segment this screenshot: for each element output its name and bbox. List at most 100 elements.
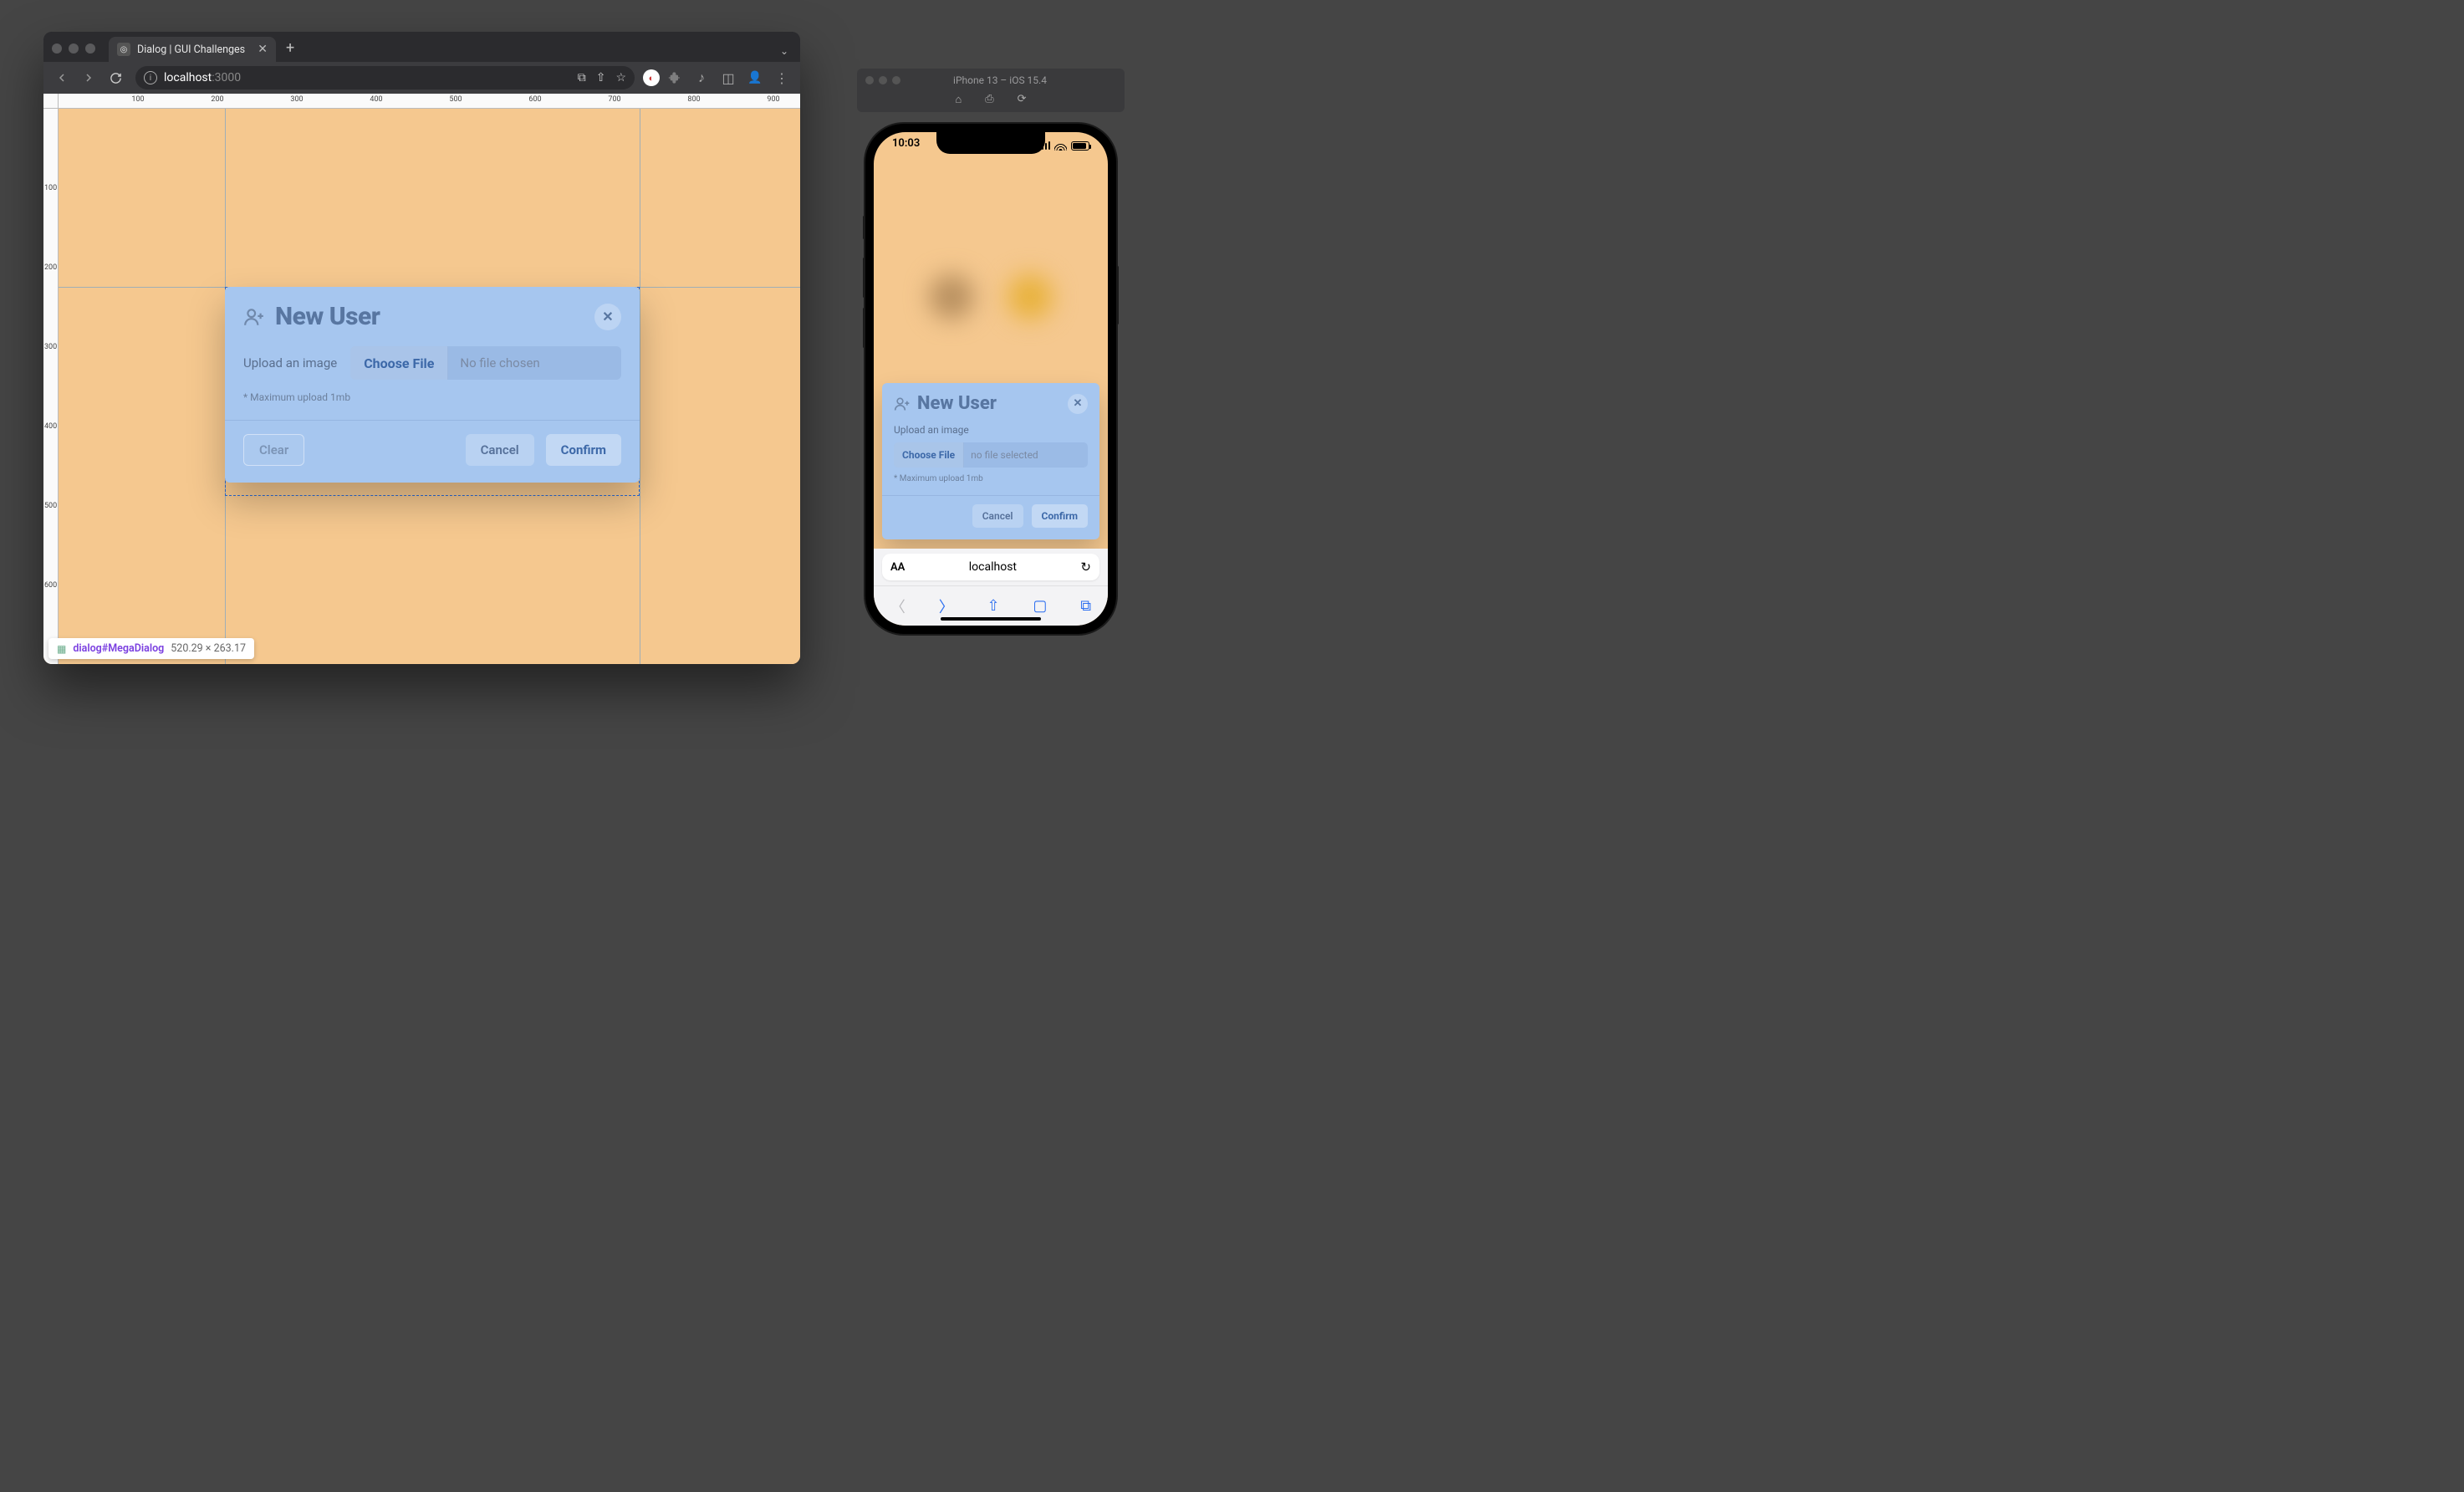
browser-titlebar: ◎ Dialog | GUI Challenges ✕ + ⌄ xyxy=(43,32,800,62)
share-icon[interactable]: ⇧ xyxy=(596,71,606,84)
new-tab-button[interactable]: + xyxy=(276,39,304,62)
file-input[interactable]: Choose File No file chosen xyxy=(350,346,621,380)
ruler-mark: 700 xyxy=(608,95,620,104)
confirm-button[interactable]: Confirm xyxy=(1032,504,1088,528)
minimize-window-icon[interactable] xyxy=(69,43,79,54)
back-button[interactable] xyxy=(50,66,74,89)
confirm-button[interactable]: Confirm xyxy=(546,434,621,466)
clock: 10:03 xyxy=(892,137,920,154)
horizontal-ruler: 100 200 300 400 500 600 700 800 900 xyxy=(59,94,800,109)
page-canvas[interactable]: New User ✕ Upload an image Choose File N… xyxy=(59,109,800,664)
ruler-mark: 300 xyxy=(44,343,57,351)
rotate-icon[interactable]: ⟳ xyxy=(1018,93,1027,105)
simulator-titlebar: iPhone 13 – iOS 15.4 xyxy=(857,69,1125,92)
reload-button[interactable] xyxy=(104,66,127,89)
ruler-mark: 500 xyxy=(449,95,462,104)
upload-row: Upload an image Choose File No file chos… xyxy=(243,346,621,380)
window-controls[interactable] xyxy=(52,43,95,54)
ruler-mark: 500 xyxy=(44,502,57,510)
bookmarks-icon[interactable]: ▢ xyxy=(1033,597,1047,615)
browser-menu-icon[interactable]: ⋮ xyxy=(770,66,793,89)
favicon-icon: ◎ xyxy=(117,43,130,56)
ruler-mark: 200 xyxy=(211,95,223,104)
upload-hint: * Maximum upload 1mb xyxy=(894,474,1088,483)
dialog-title: New User xyxy=(917,393,997,414)
upload-hint: * Maximum upload 1mb xyxy=(243,391,621,403)
cellular-icon xyxy=(1038,141,1051,150)
ruler-mark: 600 xyxy=(44,581,57,590)
chrome-browser-window: ◎ Dialog | GUI Challenges ✕ + ⌄ i localh… xyxy=(43,32,800,664)
grid-icon: ▦ xyxy=(57,643,66,655)
forward-icon[interactable]: 〉 xyxy=(939,595,954,617)
background-blurred-content xyxy=(874,274,1108,319)
clear-button[interactable]: Clear xyxy=(243,434,304,466)
inspect-dimensions: 520.29 × 263.17 xyxy=(171,642,246,655)
file-input[interactable]: Choose File no file selected xyxy=(894,442,1088,468)
ruler-mark: 100 xyxy=(131,95,144,104)
iphone-screen[interactable]: 10:03 New User ✕ xyxy=(874,132,1108,626)
cancel-button[interactable]: Cancel xyxy=(466,434,534,466)
close-icon[interactable]: ✕ xyxy=(1068,394,1088,414)
open-external-icon[interactable]: ⧉ xyxy=(578,71,586,84)
choose-file-button[interactable]: Choose File xyxy=(350,346,448,380)
dialog-title: New User xyxy=(275,302,380,331)
status-bar: 10:03 xyxy=(874,137,1108,154)
wifi-icon xyxy=(1054,141,1067,151)
back-icon[interactable]: 〈 xyxy=(890,595,906,617)
ruler-mark: 200 xyxy=(44,263,57,272)
browser-tab[interactable]: ◎ Dialog | GUI Challenges ✕ xyxy=(109,37,276,62)
extensions-menu-icon[interactable] xyxy=(663,66,686,89)
reload-icon[interactable]: ↻ xyxy=(1080,560,1091,575)
file-chosen-text: no file selected xyxy=(964,442,1088,468)
zoom-window-icon[interactable] xyxy=(85,43,95,54)
volume-down-button[interactable] xyxy=(863,308,865,348)
inspect-selector: dialog#MegaDialog xyxy=(73,642,164,655)
dialog-header: New User ✕ xyxy=(882,383,1099,421)
ruler-corner xyxy=(43,94,59,109)
dialog-body: Upload an image Choose File no file sele… xyxy=(882,421,1099,487)
battery-icon xyxy=(1071,141,1089,151)
devtools-inspect-tooltip: ▦ dialog#MegaDialog 520.29 × 263.17 xyxy=(48,638,254,659)
safari-host: localhost xyxy=(911,560,1074,574)
vertical-ruler: 100 200 300 400 500 600 xyxy=(43,109,59,664)
share-icon[interactable]: ⇧ xyxy=(987,597,999,615)
extension-icon[interactable]: ◐ xyxy=(643,69,660,86)
tab-overflow-icon[interactable]: ⌄ xyxy=(768,45,800,62)
devtools-panel-icon[interactable]: ◫ xyxy=(717,66,740,89)
site-info-icon[interactable]: i xyxy=(144,71,157,84)
ruler-mark: 400 xyxy=(370,95,382,104)
mute-switch[interactable] xyxy=(863,216,865,239)
window-controls[interactable] xyxy=(865,76,900,84)
ios-simulator-window: iPhone 13 – iOS 15.4 ⌂ ⎙ ⟳ 10:03 xyxy=(857,69,1125,634)
omnibox-actions: ⧉ ⇧ ☆ xyxy=(578,71,626,84)
ruler-mark: 600 xyxy=(528,95,541,104)
cancel-button[interactable]: Cancel xyxy=(972,504,1023,528)
simulator-toolbar: ⌂ ⎙ ⟳ xyxy=(857,92,1125,112)
forward-button[interactable] xyxy=(77,66,100,89)
address-bar[interactable]: i localhost:3000 ⧉ ⇧ ☆ xyxy=(135,66,635,89)
home-indicator[interactable] xyxy=(941,617,1041,621)
power-button[interactable] xyxy=(1116,266,1119,324)
blurred-element xyxy=(1008,274,1053,319)
screenshot-icon[interactable]: ⎙ xyxy=(985,93,993,105)
media-icon[interactable]: ♪ xyxy=(690,66,713,89)
tabs-icon[interactable]: ⧉ xyxy=(1080,597,1091,615)
simulator-device-name: iPhone 13 – iOS 15.4 xyxy=(909,74,1125,86)
text-size-icon[interactable]: AA xyxy=(890,561,905,574)
bookmark-icon[interactable]: ☆ xyxy=(615,71,626,84)
safari-address-bar: AA localhost ↻ xyxy=(874,549,1108,585)
mobile-mega-dialog: New User ✕ Upload an image Choose File n… xyxy=(882,383,1099,539)
close-window-icon[interactable] xyxy=(52,43,62,54)
close-icon[interactable]: ✕ xyxy=(594,304,621,330)
home-icon[interactable]: ⌂ xyxy=(955,93,962,106)
choose-file-button[interactable]: Choose File xyxy=(894,442,964,468)
url-text: localhost:3000 xyxy=(164,71,241,84)
profile-avatar-icon[interactable]: 👤 xyxy=(743,66,767,89)
close-tab-icon[interactable]: ✕ xyxy=(258,43,268,56)
dialog-footer: Clear Cancel Confirm xyxy=(225,420,640,483)
add-user-icon xyxy=(894,396,911,412)
ruler-mark: 900 xyxy=(767,95,779,104)
iphone-frame: 10:03 New User ✕ xyxy=(865,124,1116,634)
volume-up-button[interactable] xyxy=(863,258,865,298)
safari-url-field[interactable]: AA localhost ↻ xyxy=(882,554,1099,580)
